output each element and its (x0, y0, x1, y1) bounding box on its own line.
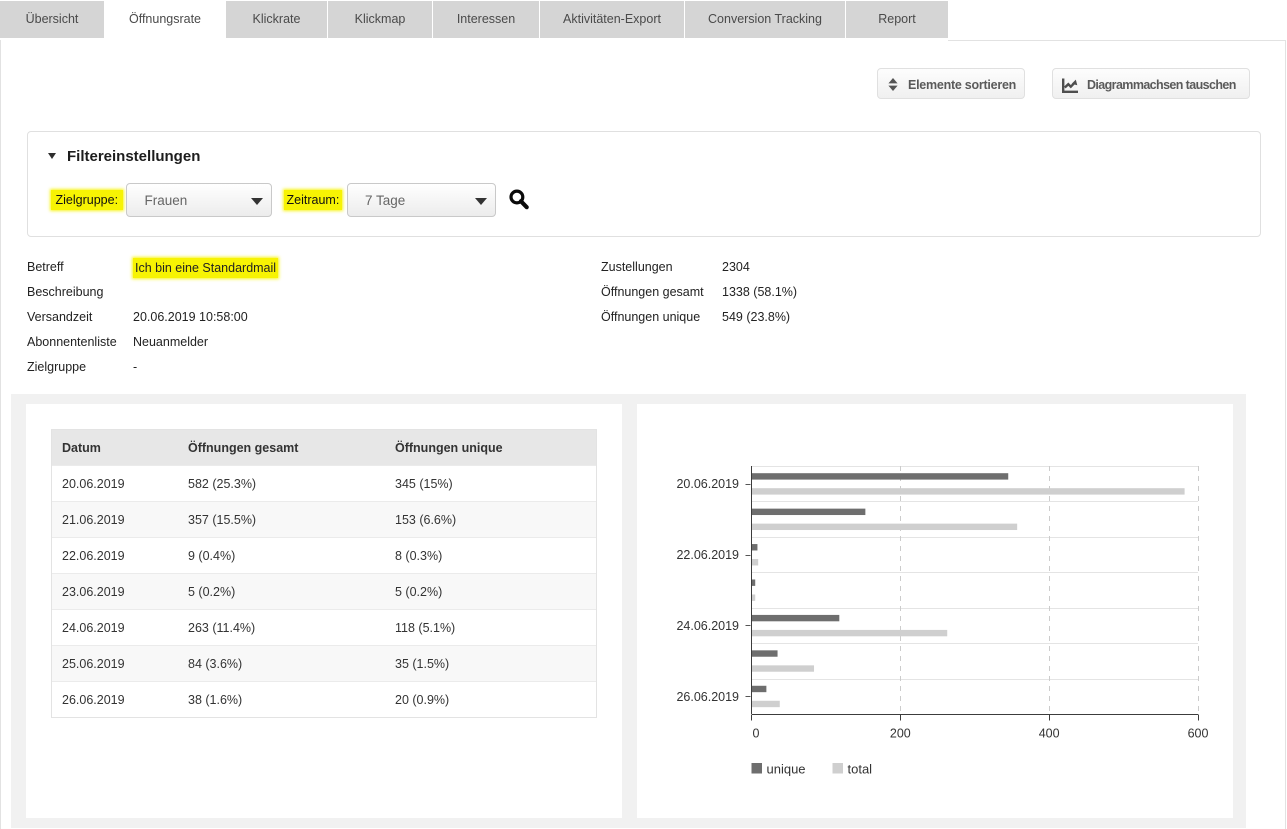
svg-text:24.06.2019: 24.06.2019 (676, 619, 739, 633)
svg-text:0: 0 (753, 727, 760, 741)
svg-text:total: total (848, 762, 873, 777)
svg-text:600: 600 (1188, 727, 1209, 741)
svg-text:400: 400 (1039, 727, 1060, 741)
svg-text:unique: unique (767, 762, 806, 777)
svg-text:22.06.2019: 22.06.2019 (676, 548, 739, 562)
svg-text:20.06.2019: 20.06.2019 (676, 477, 739, 491)
svg-text:26.06.2019: 26.06.2019 (676, 690, 739, 704)
svg-text:200: 200 (890, 727, 911, 741)
